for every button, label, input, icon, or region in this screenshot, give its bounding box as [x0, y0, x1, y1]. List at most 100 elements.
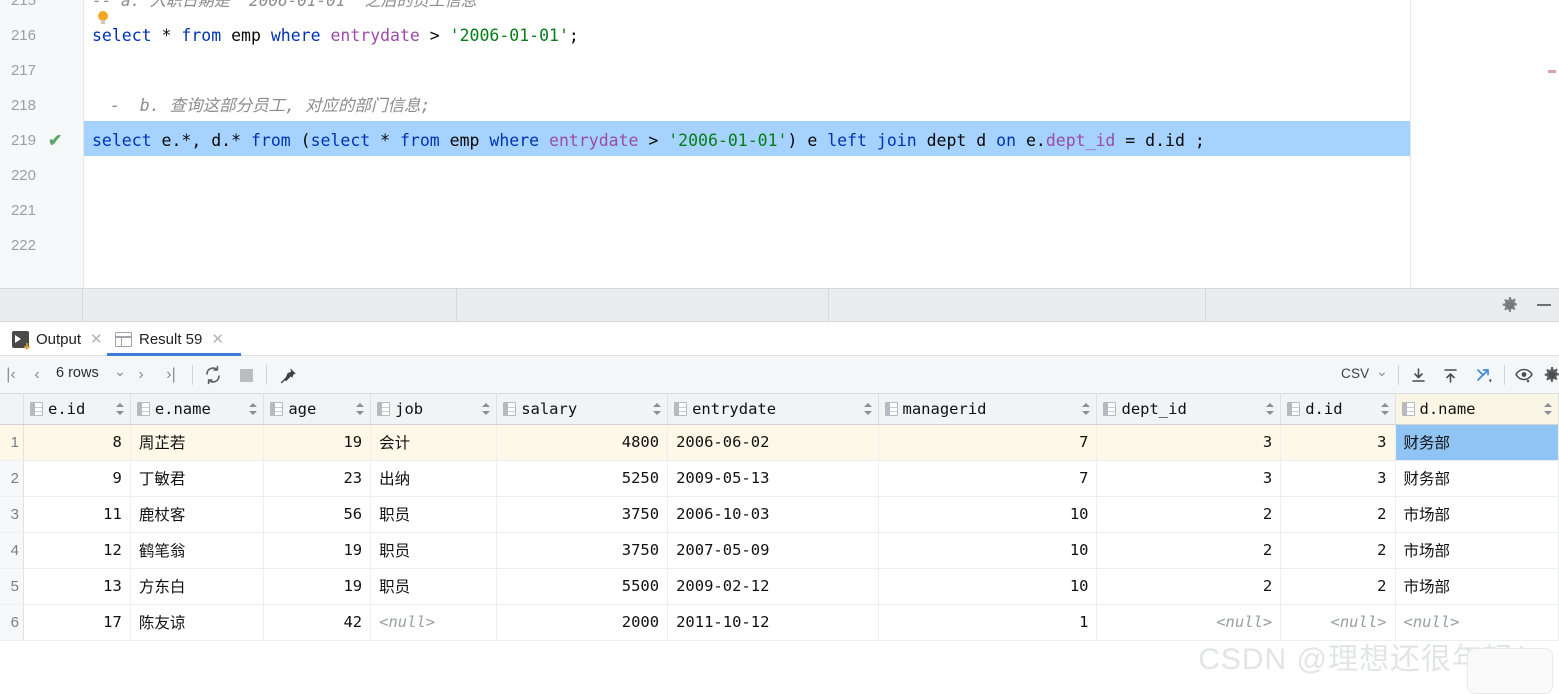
table-row[interactable]: 3 11 鹿杖客 56 职员 3750 2006-10-03 10 2 2 市场部: [0, 496, 1559, 533]
prev-page-button[interactable]: ‹: [26, 364, 48, 386]
cell-salary[interactable]: 5500: [496, 568, 669, 605]
cell-dept_id[interactable]: 3: [1096, 424, 1282, 461]
cell-d-id[interactable]: 3: [1280, 424, 1396, 461]
result-table[interactable]: e.id e.name age job salary entrydate managerid…: [0, 394, 1559, 641]
cell-d-name[interactable]: 财务部: [1395, 460, 1559, 497]
cell-managerid[interactable]: 1: [878, 604, 1098, 641]
table-row[interactable]: 6 17 陈友谅 42 <null> 2000 2011-10-12 1 <null> <null…: [0, 604, 1559, 641]
gear-icon[interactable]: [1542, 364, 1559, 386]
code-line[interactable]: - b. 查询这部分员工, 对应的部门信息;: [110, 88, 430, 123]
cell-e-name[interactable]: 鹿杖客: [130, 496, 265, 533]
cell-age[interactable]: 42: [263, 604, 372, 641]
gutter-line[interactable]: 222: [0, 228, 84, 263]
row-number[interactable]: 6: [0, 604, 24, 641]
cell-salary[interactable]: 5250: [496, 460, 669, 497]
editor-lines[interactable]: -- a. 入职日期是 '2006-01-01' 之后的员工信息 select *…: [84, 0, 1559, 288]
cell-e-id[interactable]: 11: [23, 496, 131, 533]
column-header-job[interactable]: job: [370, 394, 498, 425]
code-line[interactable]: select * from emp where entrydate > '200…: [92, 18, 579, 53]
cell-e-id[interactable]: 12: [23, 532, 131, 569]
column-header-d-name[interactable]: d.name: [1395, 394, 1559, 425]
cell-e-id[interactable]: 17: [23, 604, 131, 641]
cell-job[interactable]: 职员: [370, 496, 498, 533]
table-row[interactable]: 1 8 周芷若 19 会计 4800 2006-06-02 7 3 3 财务部: [0, 424, 1559, 461]
cell-dept_id[interactable]: 2: [1096, 496, 1282, 533]
header-row[interactable]: e.id e.name age job salary entrydate managerid…: [0, 394, 1559, 425]
cell-salary[interactable]: 2000: [496, 604, 669, 641]
sort-toggle-icon[interactable]: [249, 402, 258, 416]
export-format-chevron-down-icon[interactable]: ⌄: [1374, 360, 1390, 382]
export-icon[interactable]: [1406, 364, 1430, 386]
column-header-salary[interactable]: salary: [496, 394, 669, 425]
cell-job[interactable]: 出纳: [370, 460, 498, 497]
cell-e-id[interactable]: 9: [23, 460, 131, 497]
column-header-age[interactable]: age: [263, 394, 372, 425]
cell-age[interactable]: 23: [263, 460, 372, 497]
sort-toggle-icon[interactable]: [1082, 402, 1091, 416]
cell-e-name[interactable]: 方东白: [130, 568, 265, 605]
cell-job[interactable]: 会计: [370, 424, 498, 461]
cell-salary[interactable]: 4800: [496, 424, 669, 461]
compare-icon[interactable]: [1472, 364, 1498, 386]
cell-d-name[interactable]: 市场部: [1395, 496, 1559, 533]
row-number[interactable]: 3: [0, 496, 24, 533]
editor-scroll-marker-bar[interactable]: [1410, 0, 1559, 288]
row-number[interactable]: 1: [0, 424, 24, 461]
cell-d-name[interactable]: 市场部: [1395, 568, 1559, 605]
cell-job[interactable]: 职员: [370, 532, 498, 569]
cell-e-name[interactable]: 周芷若: [130, 424, 265, 461]
gear-icon[interactable]: [1501, 296, 1519, 314]
cell-salary[interactable]: 3750: [496, 532, 669, 569]
reload-icon[interactable]: [200, 364, 226, 386]
cell-d-id[interactable]: <null>: [1280, 604, 1396, 641]
cell-dept_id[interactable]: 3: [1096, 460, 1282, 497]
column-header-entrydate[interactable]: entrydate: [667, 394, 879, 425]
cell-e-name[interactable]: 鹤笔翁: [130, 532, 265, 569]
cell-managerid[interactable]: 10: [878, 496, 1098, 533]
cell-managerid[interactable]: 7: [878, 460, 1098, 497]
cell-managerid[interactable]: 7: [878, 424, 1098, 461]
tab-output[interactable]: Output ✕: [4, 322, 111, 356]
column-header-e-id[interactable]: e.id: [23, 394, 131, 425]
cell-e-id[interactable]: 13: [23, 568, 131, 605]
cell-d-name[interactable]: 市场部: [1395, 532, 1559, 569]
sort-toggle-icon[interactable]: [356, 402, 365, 416]
cell-entrydate[interactable]: 2009-02-12: [667, 568, 879, 605]
column-header-d-id[interactable]: d.id: [1280, 394, 1396, 425]
cell-dept_id[interactable]: 2: [1096, 532, 1282, 569]
cell-entrydate[interactable]: 2011-10-12: [667, 604, 879, 641]
cell-job[interactable]: 职员: [370, 568, 498, 605]
pin-icon[interactable]: [276, 364, 300, 386]
result-toolbar[interactable]: |‹ ‹ 6 rows ⌄ › ›| CSV ⌄: [0, 356, 1559, 394]
table-row[interactable]: 2 9 丁敏君 23 出纳 5250 2009-05-13 7 3 3 财务部: [0, 460, 1559, 497]
table-row[interactable]: 4 12 鹤笔翁 19 职员 3750 2007-05-09 10 2 2 市场部: [0, 532, 1559, 569]
export-format-label[interactable]: CSV: [1341, 366, 1369, 381]
result-tab-bar[interactable]: Output ✕ Result 59 ✕: [0, 322, 1559, 356]
cell-e-name[interactable]: 丁敏君: [130, 460, 265, 497]
intention-bulb-icon[interactable]: [98, 11, 108, 25]
cell-entrydate[interactable]: 2006-06-02: [667, 424, 879, 461]
gutter-line[interactable]: 217: [0, 53, 84, 88]
cell-age[interactable]: 19: [263, 424, 372, 461]
cell-e-id[interactable]: 8: [23, 424, 131, 461]
sort-toggle-icon[interactable]: [863, 402, 872, 416]
row-count-label[interactable]: 6 rows: [56, 365, 99, 381]
cell-job[interactable]: <null>: [370, 604, 498, 641]
column-header-dept_id[interactable]: dept_id: [1096, 394, 1282, 425]
sort-toggle-icon[interactable]: [1266, 402, 1275, 416]
gutter-line[interactable]: 215: [0, 0, 84, 18]
column-header-managerid[interactable]: managerid: [878, 394, 1098, 425]
cell-dept_id[interactable]: <null>: [1096, 604, 1282, 641]
cell-d-id[interactable]: 2: [1280, 568, 1396, 605]
code-line[interactable]: select e.*, d.* from (select * from emp …: [92, 123, 1205, 158]
cell-salary[interactable]: 3750: [496, 496, 669, 533]
cell-d-name[interactable]: 财务部: [1395, 424, 1559, 461]
last-page-button[interactable]: ›|: [160, 364, 182, 386]
table-body[interactable]: 1 8 周芷若 19 会计 4800 2006-06-02 7 3 3 财务部 2 9 丁敏君 23 出纳 52…: [0, 424, 1559, 641]
cell-e-name[interactable]: 陈友谅: [130, 604, 265, 641]
tab-result-59[interactable]: Result 59 ✕: [107, 322, 241, 356]
cell-age[interactable]: 56: [263, 496, 372, 533]
gutter-line[interactable]: 220: [0, 158, 84, 193]
result-grid[interactable]: e.id e.name age job salary entrydate managerid…: [0, 394, 1559, 642]
cell-entrydate[interactable]: 2009-05-13: [667, 460, 879, 497]
